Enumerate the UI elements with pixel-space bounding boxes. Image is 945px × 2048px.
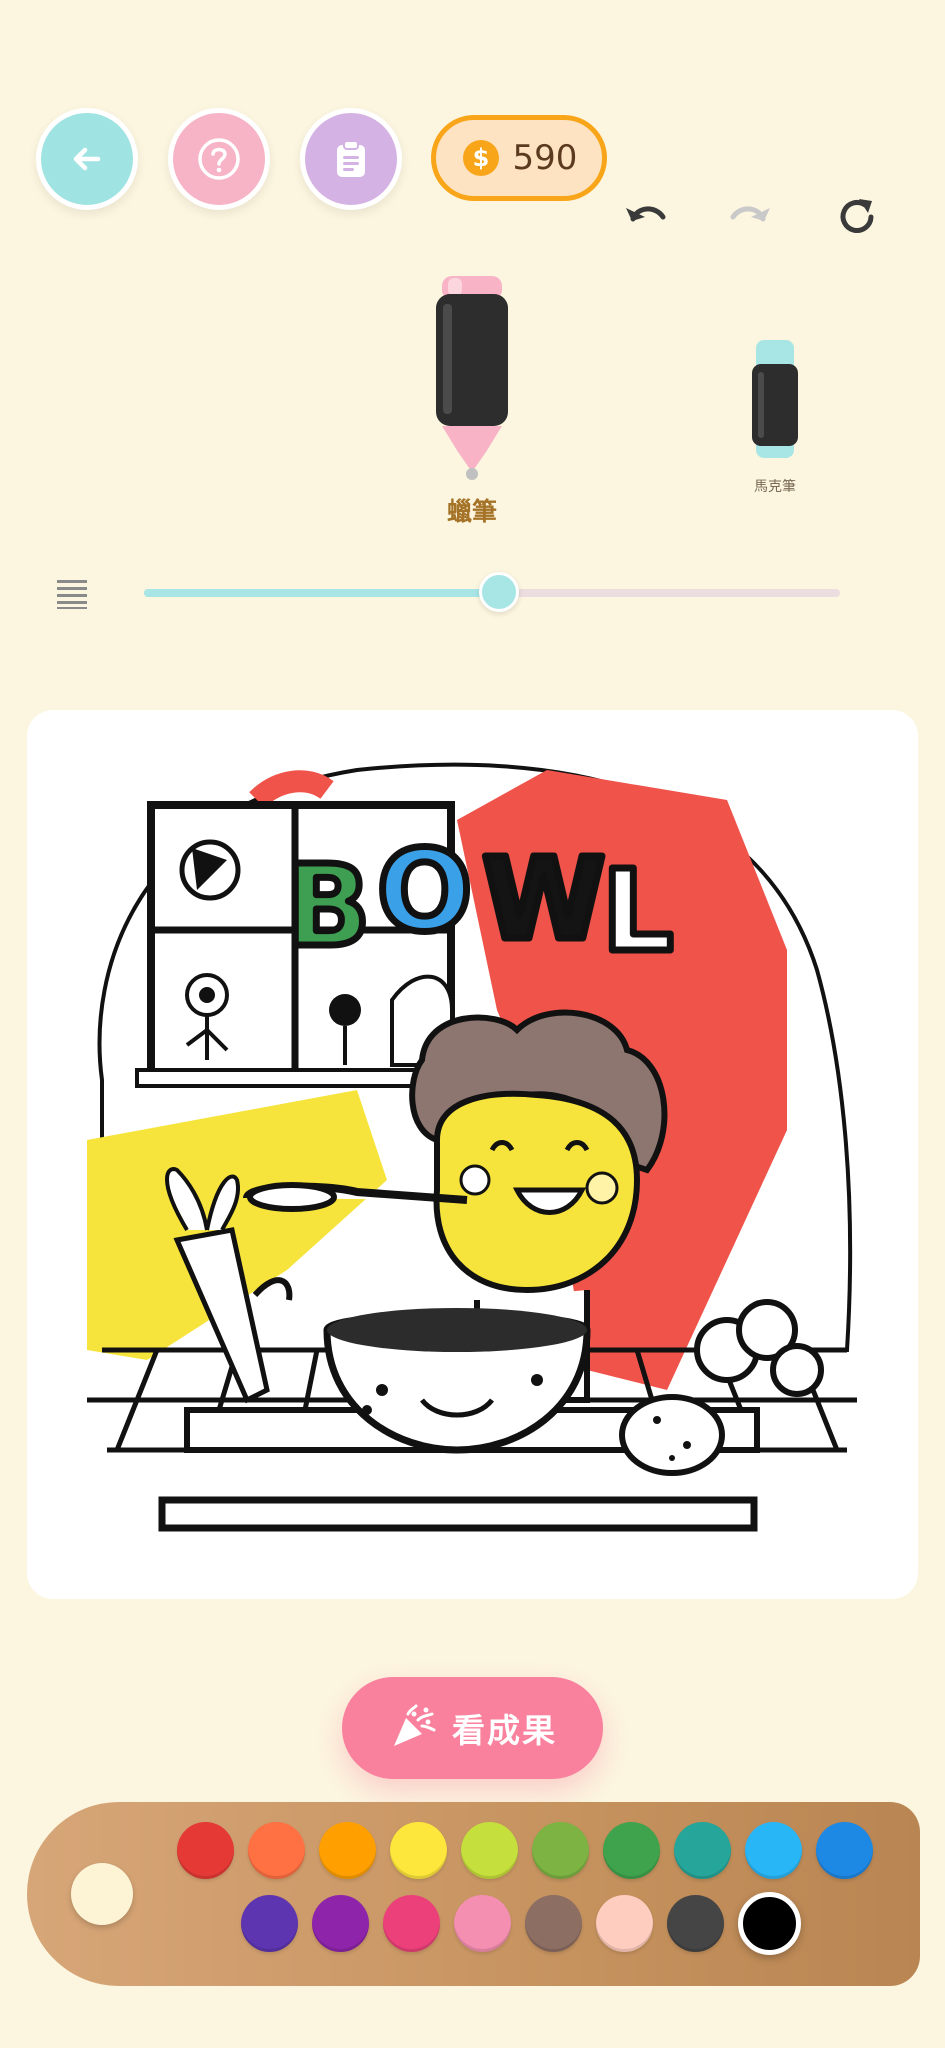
question-icon [198,138,240,180]
color-swatch[interactable] [454,1895,511,1952]
clipboard-icon [337,140,365,177]
coin-amount: 590 [512,138,578,178]
palette-row-1 [177,1822,873,1879]
current-color-indicator[interactable] [71,1863,133,1925]
color-swatch[interactable] [816,1822,873,1879]
color-swatch[interactable] [177,1822,234,1879]
color-swatch[interactable] [319,1822,376,1879]
slider-fill [144,589,499,597]
coloring-canvas[interactable]: B O W L [27,710,918,1599]
coin-balance[interactable]: $ 590 [431,115,607,201]
tool-marker[interactable]: 馬克筆 [720,336,830,496]
dollar-coin-icon: $ [462,140,499,176]
undo-button[interactable] [618,190,672,244]
reset-button[interactable] [830,190,884,244]
tool-crayon[interactable]: 蠟筆 [420,276,524,528]
color-swatch[interactable] [738,1892,801,1955]
marker-icon [752,340,798,458]
help-button[interactable] [168,108,270,210]
color-palette [27,1802,920,1986]
color-swatch[interactable] [383,1895,440,1952]
tool-marker-label: 馬克筆 [754,479,796,495]
palette-row-2 [241,1892,801,1955]
view-result-label: 看成果 [452,1711,557,1750]
artwork-letter-b: B [285,842,370,972]
brush-size-slider[interactable] [144,572,840,614]
party-popper-icon [394,1704,436,1746]
slider-thumb[interactable] [478,572,519,612]
svg-text:$: $ [472,144,489,172]
artwork-letter-l: L [602,847,673,977]
redo-button[interactable] [724,190,778,244]
color-swatch[interactable] [390,1822,447,1879]
artwork-letter-o: O [377,827,472,957]
color-swatch[interactable] [745,1822,802,1879]
arrow-left-icon [73,147,101,171]
color-swatch[interactable] [461,1822,518,1879]
color-swatch[interactable] [667,1895,724,1952]
color-swatch[interactable] [248,1822,305,1879]
artwork-letter-w: W [482,835,606,965]
color-swatch[interactable] [603,1822,660,1879]
undo-icon [626,206,666,222]
color-swatch[interactable] [674,1822,731,1879]
coloring-artwork: B O W L [87,762,857,1532]
view-result-button[interactable]: 看成果 [342,1677,603,1779]
redo-icon [730,206,770,222]
color-swatch[interactable] [241,1895,298,1952]
color-swatch[interactable] [525,1895,582,1952]
color-swatch[interactable] [312,1895,369,1952]
crayon-icon [436,276,508,480]
color-swatch[interactable] [532,1822,589,1879]
color-swatch[interactable] [596,1895,653,1952]
task-list-button[interactable] [300,108,402,210]
tool-crayon-label: 蠟筆 [446,497,497,526]
brush-size-icon [57,580,87,609]
back-button[interactable] [36,108,138,210]
refresh-icon [840,199,874,233]
